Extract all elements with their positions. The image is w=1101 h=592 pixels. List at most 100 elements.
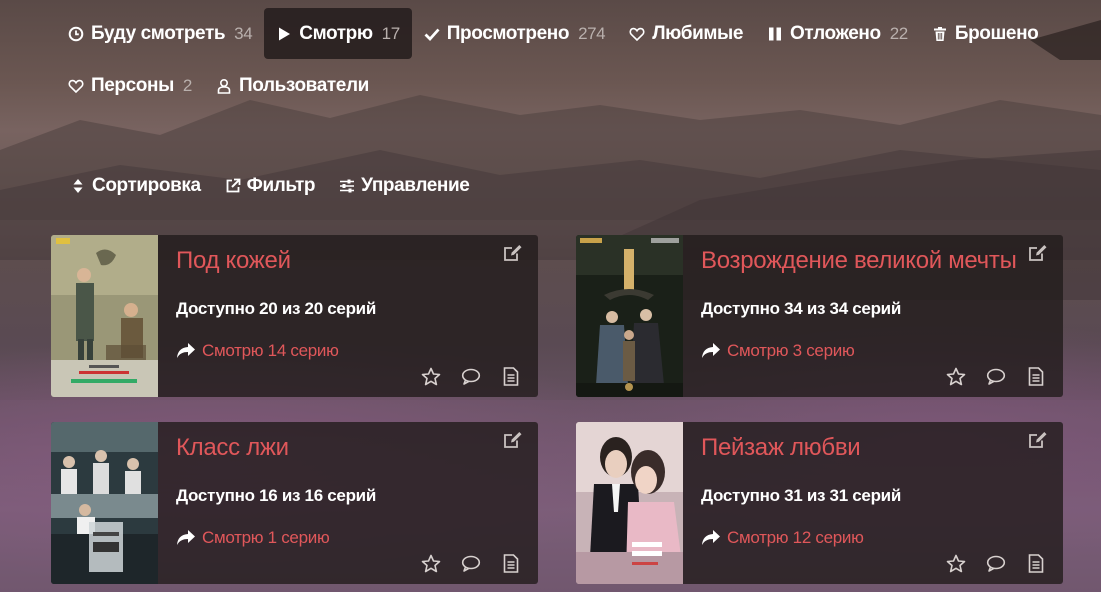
tab-plan-label: Буду смотреть <box>91 22 226 44</box>
clock-icon <box>68 26 84 42</box>
sort-icon <box>70 178 86 194</box>
document-icon <box>503 366 518 386</box>
tab-favorites[interactable]: Любимые <box>617 8 755 59</box>
comments-button[interactable] <box>460 553 481 573</box>
tab-dropped[interactable]: Брошено <box>920 8 1051 59</box>
edit-icon <box>1029 432 1047 448</box>
notes-button[interactable] <box>500 553 521 573</box>
share-arrow-icon <box>176 342 196 360</box>
star-icon <box>421 554 440 572</box>
watching-progress-link[interactable]: Смотрю 1 серию <box>176 528 330 548</box>
tab-persons[interactable]: Персоны 2 <box>56 60 204 111</box>
show-card: Возрождение великой мечты Доступно 34 из… <box>576 235 1063 397</box>
share-arrow-icon <box>701 529 721 547</box>
tab-persons-label: Персоны <box>91 74 174 96</box>
show-poster[interactable] <box>576 422 683 584</box>
tab-onhold-count: 22 <box>889 23 909 43</box>
share-arrow-icon <box>701 342 721 360</box>
tab-users[interactable]: Пользователи <box>204 60 381 111</box>
tab-persons-count: 2 <box>182 75 192 95</box>
tab-completed-count: 274 <box>578 23 606 43</box>
show-title[interactable]: Под кожей <box>176 247 291 275</box>
tab-completed-label: Просмотрено <box>446 22 570 44</box>
comments-button[interactable] <box>985 366 1006 386</box>
comments-button[interactable] <box>460 366 481 386</box>
sort-button[interactable]: Сортировка <box>58 165 213 207</box>
sliders-icon <box>339 178 355 194</box>
watching-progress-link[interactable]: Смотрю 14 серию <box>176 341 339 361</box>
watching-progress-link[interactable]: Смотрю 12 серию <box>701 528 864 548</box>
watching-progress-label: Смотрю 3 серию <box>727 341 855 360</box>
show-title[interactable]: Возрождение великой мечты <box>701 247 1017 275</box>
notes-button[interactable] <box>500 366 521 386</box>
card-actions <box>420 366 521 386</box>
play-icon <box>276 26 292 42</box>
notes-button[interactable] <box>1025 553 1046 573</box>
manage-button-label: Управление <box>361 175 470 196</box>
check-icon <box>424 26 440 42</box>
heart-icon <box>629 26 645 42</box>
show-card: Под кожей Доступно 20 из 20 серий Смотрю… <box>51 235 538 397</box>
nav-tabs-secondary: Персоны 2 Пользователи <box>56 60 381 111</box>
edit-icon <box>504 432 522 448</box>
comments-button[interactable] <box>985 553 1006 573</box>
trash-icon <box>932 26 948 42</box>
favorite-button[interactable] <box>945 553 966 573</box>
tab-dropped-label: Брошено <box>954 22 1039 44</box>
nav-tabs: Буду смотреть 34 Смотрю 17 Просмотрено 2… <box>56 8 1050 59</box>
tab-plan[interactable]: Буду смотреть 34 <box>56 8 264 59</box>
favorite-button[interactable] <box>420 366 441 386</box>
user-icon <box>216 78 232 94</box>
share-arrow-icon <box>176 529 196 547</box>
show-poster[interactable] <box>576 235 683 397</box>
tab-watching[interactable]: Смотрю 17 <box>264 8 412 59</box>
edit-icon <box>504 245 522 261</box>
star-icon <box>421 367 440 385</box>
tab-watching-count: 17 <box>381 23 401 43</box>
episodes-available: Доступно 31 из 31 серий <box>701 486 901 505</box>
watching-progress-label: Смотрю 1 серию <box>202 528 330 547</box>
tab-users-label: Пользователи <box>238 74 369 96</box>
manage-button[interactable]: Управление <box>327 165 481 207</box>
comment-icon <box>986 368 1005 385</box>
tab-completed[interactable]: Просмотрено 274 <box>412 8 617 59</box>
card-actions <box>420 553 521 573</box>
episodes-available: Доступно 16 из 16 серий <box>176 486 376 505</box>
favorite-button[interactable] <box>420 553 441 573</box>
edit-button[interactable] <box>1028 431 1048 449</box>
tab-onhold-label: Отложено <box>790 22 881 44</box>
show-poster[interactable] <box>51 235 158 397</box>
favorite-button[interactable] <box>945 366 966 386</box>
star-icon <box>946 367 965 385</box>
edit-button[interactable] <box>503 431 523 449</box>
tab-plan-count: 34 <box>234 23 253 43</box>
card-actions <box>945 553 1046 573</box>
watching-progress-link[interactable]: Смотрю 3 серию <box>701 341 855 361</box>
edit-button[interactable] <box>1028 244 1048 262</box>
watching-progress-label: Смотрю 12 серию <box>727 528 864 547</box>
episodes-available: Доступно 20 из 20 серий <box>176 299 376 318</box>
comment-icon <box>986 555 1005 572</box>
notes-button[interactable] <box>1025 366 1046 386</box>
tab-watching-label: Смотрю <box>299 22 373 44</box>
document-icon <box>1028 366 1043 386</box>
comment-icon <box>461 368 480 385</box>
show-title[interactable]: Пейзаж любви <box>701 434 861 462</box>
external-link-icon <box>225 178 241 194</box>
show-card: Пейзаж любви Доступно 31 из 31 серий Смо… <box>576 422 1063 584</box>
pause-icon <box>767 26 783 42</box>
show-poster[interactable] <box>51 422 158 584</box>
tab-favorites-label: Любимые <box>652 22 744 44</box>
document-icon <box>503 553 518 573</box>
sort-button-label: Сортировка <box>92 175 201 196</box>
list-toolbar: Сортировка Фильтр Управление <box>58 165 481 207</box>
edit-icon <box>1029 245 1047 261</box>
edit-button[interactable] <box>503 244 523 262</box>
tab-onhold[interactable]: Отложено 22 <box>755 8 920 59</box>
filter-button[interactable]: Фильтр <box>213 165 328 207</box>
heart-icon <box>68 78 84 94</box>
show-title[interactable]: Класс лжи <box>176 434 289 462</box>
comment-icon <box>461 555 480 572</box>
card-actions <box>945 366 1046 386</box>
star-icon <box>946 554 965 572</box>
